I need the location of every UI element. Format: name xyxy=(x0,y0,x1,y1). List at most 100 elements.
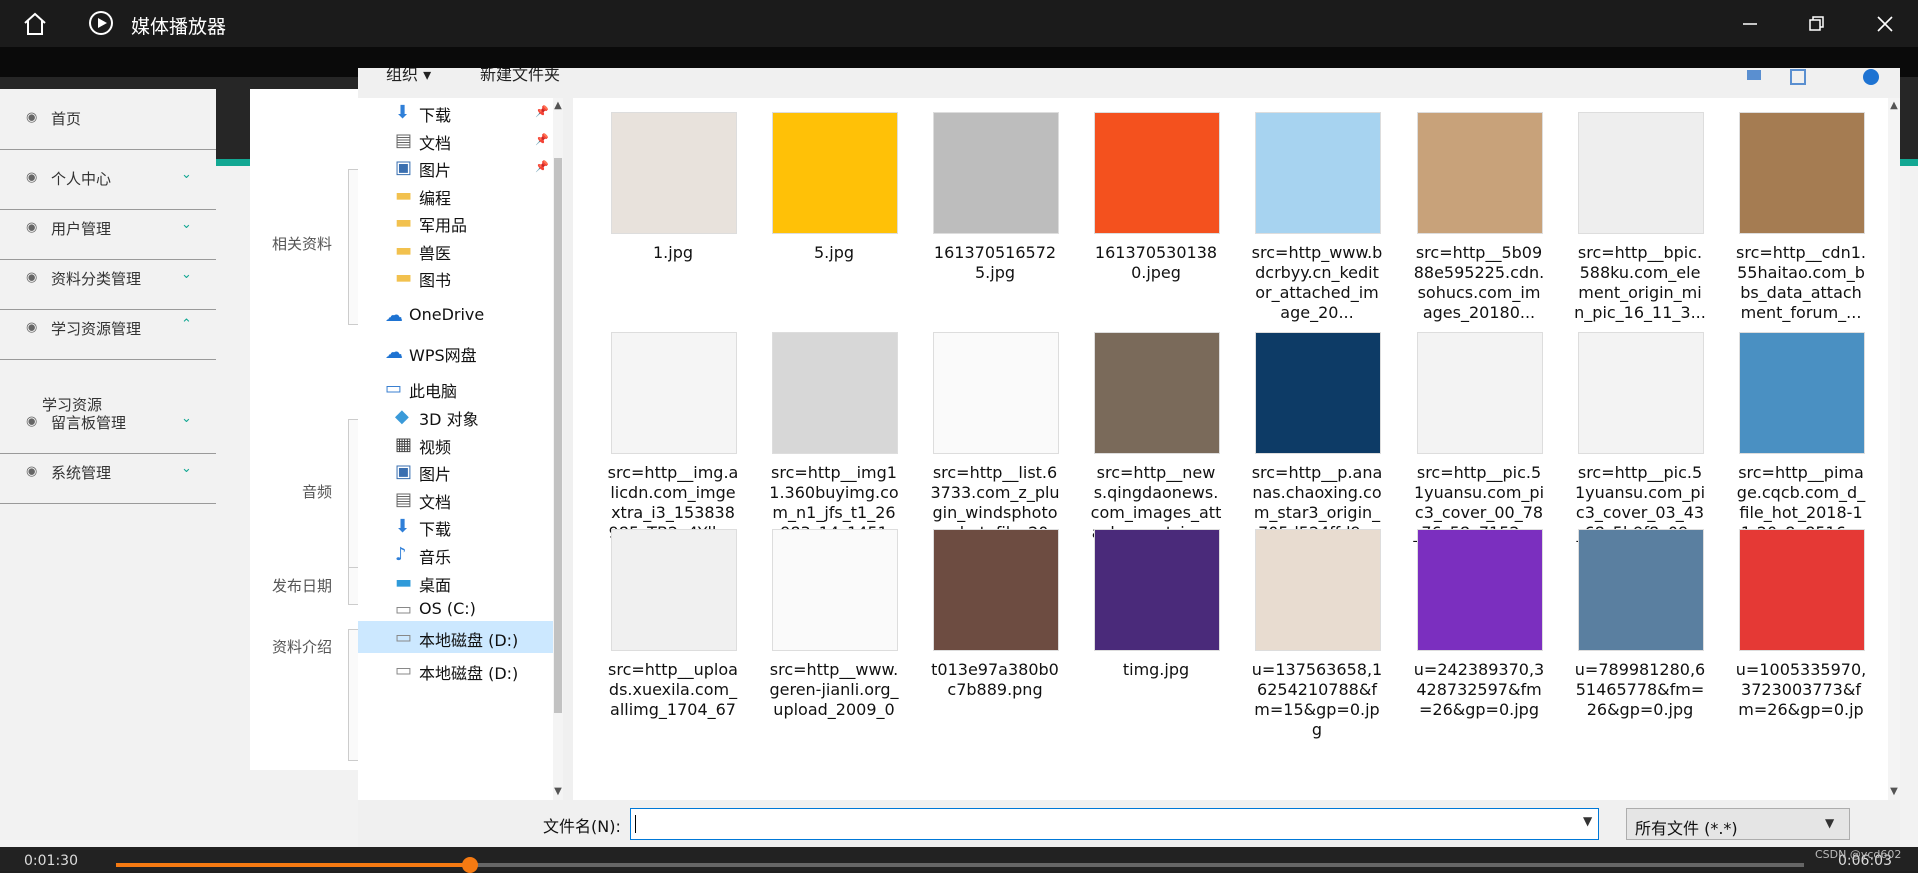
nav-item-label: 军用品 xyxy=(419,216,468,235)
nav-scrollbar[interactable]: ▲ ▼ xyxy=(553,98,563,800)
nav-item-label: OneDrive xyxy=(409,305,485,324)
nav-item[interactable]: ▤ 文档 📌 xyxy=(358,124,553,156)
home-icon: ◉ xyxy=(26,110,38,125)
file-thumbnail xyxy=(1251,326,1383,458)
file-item[interactable]: src=http__img11.360buyimg.com_n1_jfs_t1_… xyxy=(768,326,900,562)
image-thumbnail xyxy=(1739,529,1865,651)
file-item[interactable]: 5.jpg xyxy=(768,106,900,306)
new-folder-button[interactable]: 新建文件夹 xyxy=(480,68,560,85)
drive-icon: ▭ xyxy=(395,627,413,648)
nav-item[interactable]: ▬ 兽医 xyxy=(358,234,553,266)
file-item[interactable]: u=242389370,3428732597&fm=26&gp=0.jpg xyxy=(1413,523,1545,723)
picture-icon: ▣ xyxy=(395,461,413,482)
file-type-select[interactable]: 所有文件 (*.*) ▼ xyxy=(1626,808,1850,840)
chevron-down-icon: ⌄ xyxy=(181,217,192,232)
nav-item[interactable]: ▭ 本地磁盘 (D:) xyxy=(358,654,553,686)
close-icon[interactable] xyxy=(1873,12,1897,36)
file-name: t013e97a380b0c7b889.png xyxy=(931,660,1059,699)
sidebar-item[interactable]: ◉ 系统管理 ⌄ xyxy=(0,443,216,504)
file-item[interactable]: src=http__pic.51yuansu.com_pic3_cover_03… xyxy=(1574,326,1706,542)
files-scrollbar[interactable]: ▲ ▼ xyxy=(1888,98,1900,800)
sidebar-item[interactable]: ◉ 学习资源管理 ⌃ xyxy=(0,299,216,360)
nav-item[interactable]: ▭ 本地磁盘 (D:) xyxy=(358,621,553,653)
sidebar-subitem[interactable]: 学习资源 xyxy=(42,394,102,415)
file-name: 1613705301380.jpeg xyxy=(1094,243,1218,282)
file-item[interactable]: src=http__p.ananas.chaoxing.com_star3_or… xyxy=(1251,326,1383,542)
file-item[interactable]: src=http__pimage.cqcb.com_d_file_hot_201… xyxy=(1735,326,1867,542)
file-item[interactable]: src=http__img.alicdn.com_imgextra_i3_153… xyxy=(607,326,739,542)
file-item[interactable]: u=789981280,651465778&fm=26&gp=0.jpg xyxy=(1574,523,1706,723)
nav-item-label: 音乐 xyxy=(419,548,452,567)
folder-icon: ▬ xyxy=(395,185,413,206)
nav-item-label: 兽医 xyxy=(419,244,452,263)
chevron-down-icon: ⌄ xyxy=(181,167,192,182)
download-icon: ⬇ xyxy=(395,516,411,537)
nav-item[interactable]: ◆ 3D 对象 xyxy=(358,400,553,432)
file-item[interactable]: 1.jpg xyxy=(607,106,739,306)
file-item[interactable]: src=http__bpic.588ku.com_element_origin_… xyxy=(1574,106,1706,322)
nav-item-label: 此电脑 xyxy=(409,382,458,401)
preview-pane-icon[interactable] xyxy=(1789,68,1807,86)
nav-item[interactable]: ⬇ 下载 📌 xyxy=(358,98,553,128)
nav-item[interactable]: ▬ 编程 xyxy=(358,179,553,211)
filename-dropdown-icon[interactable]: ▼ xyxy=(1583,814,1592,828)
nav-item[interactable]: ▭ 此电脑 xyxy=(358,372,553,404)
file-item[interactable]: src=http__www.geren-jianli.org_upload_20… xyxy=(768,523,900,723)
window-title: 媒体播放器 xyxy=(131,16,227,38)
nav-scroll-down-icon[interactable]: ▼ xyxy=(553,786,563,797)
nav-item-label: OS (C:) xyxy=(419,599,476,618)
file-name: u=789981280,651465778&fm=26&gp=0.jpg xyxy=(1574,660,1706,719)
view-options-icon[interactable] xyxy=(1745,68,1763,86)
help-icon[interactable] xyxy=(1862,68,1880,86)
file-item[interactable]: u=1005335970,3723003773&fm=26&gp=0.jp xyxy=(1735,523,1867,723)
file-thumbnail xyxy=(1090,523,1222,655)
nav-item[interactable]: ♪ 音乐 xyxy=(358,538,553,570)
file-thumbnail xyxy=(768,106,900,238)
image-thumbnail xyxy=(933,332,1059,454)
image-thumbnail xyxy=(1255,529,1381,651)
file-item[interactable]: src=http__uploads.xuexila.com_allimg_170… xyxy=(607,523,739,723)
files-scroll-up-icon[interactable]: ▲ xyxy=(1888,100,1900,111)
nav-item[interactable]: ▬ 桌面 xyxy=(358,566,553,598)
sidebar-item[interactable]: ◉ 首页 xyxy=(0,89,216,150)
nav-item[interactable]: ▦ 视频 xyxy=(358,428,553,460)
file-item[interactable]: 1613705301380.jpeg xyxy=(1090,106,1222,306)
file-thumbnail xyxy=(607,326,739,458)
file-item[interactable]: t013e97a380b0c7b889.png xyxy=(929,523,1061,723)
file-item[interactable]: src=http__pic.51yuansu.com_pic3_cover_00… xyxy=(1413,326,1545,542)
file-item[interactable]: src=http__news.qingdaonews.com_images_at… xyxy=(1090,326,1222,542)
nav-item-label: 文档 xyxy=(419,493,452,512)
file-name: src=http__bpic.588ku.com_element_origin_… xyxy=(1574,243,1706,322)
file-item[interactable]: 1613705165725.jpg xyxy=(929,106,1061,306)
file-thumbnail xyxy=(929,326,1061,458)
file-name: 1613705165725.jpg xyxy=(933,243,1057,282)
restore-icon[interactable] xyxy=(1804,12,1828,36)
minimize-icon[interactable] xyxy=(1738,12,1762,36)
file-thumbnail xyxy=(929,106,1061,238)
cube-icon: ◆ xyxy=(395,406,409,427)
files-scroll-down-icon[interactable]: ▼ xyxy=(1888,786,1900,797)
nav-item-label: WPS网盘 xyxy=(409,346,477,365)
filename-input[interactable] xyxy=(630,808,1599,840)
file-name: timg.jpg xyxy=(1122,660,1190,679)
nav-scroll-up-icon[interactable]: ▲ xyxy=(553,100,563,111)
file-item[interactable]: src=http__5b0988e595225.cdn.sohucs.com_i… xyxy=(1413,106,1545,322)
file-item[interactable]: src=http__cdn1.55haitao.com_bbs_data_att… xyxy=(1735,106,1867,322)
file-item[interactable]: src=http_www.bdcrbyy.cn_keditor_attached… xyxy=(1251,106,1383,322)
file-thumbnail xyxy=(1735,523,1867,655)
nav-item[interactable]: ▤ 文档 xyxy=(358,483,553,515)
home-icon[interactable] xyxy=(22,12,48,36)
nav-item[interactable]: ☁ WPS网盘 xyxy=(358,336,553,368)
file-thumbnail xyxy=(1413,326,1545,458)
file-item[interactable]: u=137563658,16254210788&fm=15&gp=0.jpg xyxy=(1251,523,1383,739)
play-circle-icon xyxy=(89,11,113,35)
image-thumbnail xyxy=(772,529,898,651)
nav-item[interactable]: ☁ OneDrive xyxy=(358,299,553,331)
image-thumbnail xyxy=(1094,529,1220,651)
file-open-dialog: 组织 ▾ 新建文件夹 ▭ 本地磁盘 (D:) ▭ 本地磁盘 (D:) ▭ OS (C:) ▬… xyxy=(358,68,1900,847)
organize-button[interactable]: 组织 ▾ xyxy=(386,68,431,85)
file-item[interactable]: src=http__list.63733.com_z_plugin_windsp… xyxy=(929,326,1061,562)
label-date: 发布日期 xyxy=(272,577,333,595)
file-item[interactable]: timg.jpg xyxy=(1090,523,1222,723)
nav-scroll-thumb[interactable] xyxy=(554,158,562,713)
